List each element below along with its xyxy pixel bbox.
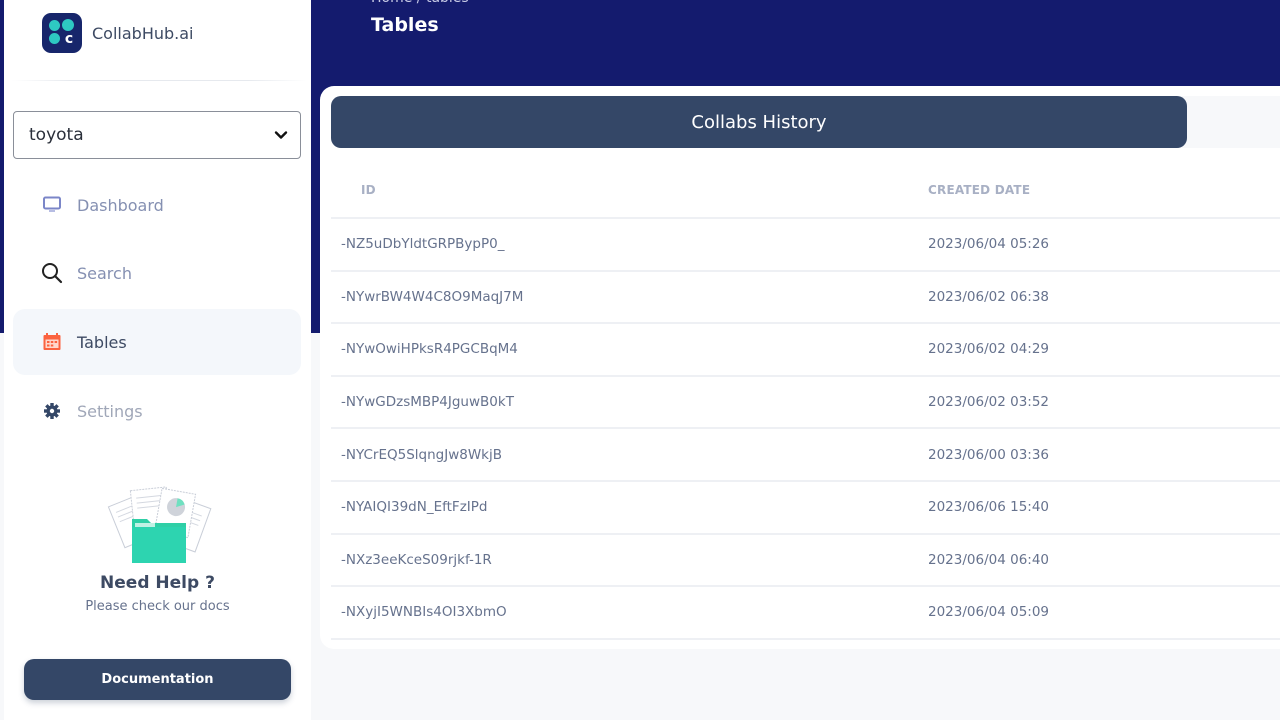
organization-select-value: toyota [29, 125, 84, 145]
monitor-icon [41, 194, 63, 216]
sidebar-item-label: Settings [77, 401, 143, 421]
gear-icon [41, 400, 63, 422]
table-row[interactable]: -NXz3eeKceS09rjkf-1R 2023/06/04 06:40 [331, 533, 1280, 588]
help-title: Need Help ? [100, 573, 215, 593]
brand-logo-icon: c [42, 13, 82, 53]
sidebar-item-tables[interactable]: Tables [13, 309, 301, 375]
row-created-date: 2023/06/00 03:36 [917, 428, 1280, 482]
brand[interactable]: c CollabHub.ai [42, 12, 193, 54]
collabs-history-card: Collabs History ID CREATED DATE -NZ5uDbY… [320, 86, 1280, 649]
row-id: -NYwGDzsMBP4JguwB0kT [331, 375, 917, 430]
sidebar-item-search[interactable]: Search [13, 240, 301, 306]
row-created-date: 2023/06/04 05:09 [917, 586, 1280, 640]
table-header-row: ID CREATED DATE [331, 162, 1280, 219]
row-id: -NYAIQI39dN_EftFzIPd [331, 480, 917, 535]
tab-bar: Collabs History [331, 96, 1280, 148]
help-panel: Need Help ? Please check our docs [4, 485, 311, 614]
row-id: -NXz3eeKceS09rjkf-1R [331, 533, 917, 588]
sidebar-item-label: Tables [77, 332, 127, 352]
chevron-down-icon [274, 131, 288, 139]
breadcrumb[interactable]: Home / tables [371, 0, 469, 6]
documentation-button[interactable]: Documentation [24, 659, 291, 700]
organization-select[interactable]: toyota [13, 111, 301, 159]
sidebar-item-dashboard[interactable]: Dashboard [13, 172, 301, 238]
calendar-icon [41, 331, 63, 353]
help-subtitle: Please check our docs [85, 599, 230, 614]
search-icon [41, 262, 63, 284]
row-created-date: 2023/06/02 06:38 [917, 270, 1280, 325]
table-row[interactable]: -NYwOwiHPksR4PGCBqM4 2023/06/02 04:29 [331, 323, 1280, 377]
sidebar-item-label: Dashboard [77, 195, 164, 215]
column-header-id[interactable]: ID [331, 162, 917, 219]
column-header-created-date[interactable]: CREATED DATE [917, 162, 1280, 219]
table-row[interactable]: -NYAIQI39dN_EftFzIPd 2023/06/06 15:40 [331, 480, 1280, 535]
tab-collabs-history[interactable]: Collabs History [331, 96, 1187, 148]
table-row[interactable]: -NXyjI5WNBIs4OI3XbmO 2023/06/04 05:09 [331, 586, 1280, 640]
row-id: -NYwOwiHPksR4PGCBqM4 [331, 323, 917, 377]
brand-name: CollabHub.ai [92, 23, 194, 43]
page-title: Tables [371, 14, 439, 36]
divider [12, 80, 307, 81]
collabs-table: ID CREATED DATE -NZ5uDbYldtGRPBypP0_ 2023… [331, 162, 1280, 640]
row-created-date: 2023/06/06 15:40 [917, 480, 1280, 535]
sidebar-item-label: Search [77, 263, 132, 283]
table-row[interactable]: -NZ5uDbYldtGRPBypP0_ 2023/06/04 05:26 [331, 218, 1280, 272]
table-row[interactable]: -NYwrBW4W4C8O9MaqJ7M 2023/06/02 06:38 [331, 270, 1280, 325]
table-row[interactable]: -NYCrEQ5SlqngJw8WkjB 2023/06/00 03:36 [331, 428, 1280, 482]
folder-documents-icon [107, 486, 211, 563]
row-id: -NXyjI5WNBIs4OI3XbmO [331, 586, 917, 640]
row-created-date: 2023/06/02 04:29 [917, 323, 1280, 377]
sidebar-item-settings[interactable]: Settings [13, 378, 301, 444]
row-created-date: 2023/06/04 06:40 [917, 533, 1280, 588]
row-id: -NZ5uDbYldtGRPBypP0_ [331, 218, 917, 272]
row-id: -NYwrBW4W4C8O9MaqJ7M [331, 270, 917, 325]
row-created-date: 2023/06/04 05:26 [917, 218, 1280, 272]
table-row[interactable]: -NYwGDzsMBP4JguwB0kT 2023/06/02 03:52 [331, 375, 1280, 430]
row-created-date: 2023/06/02 03:52 [917, 375, 1280, 430]
row-id: -NYCrEQ5SlqngJw8WkjB [331, 428, 917, 482]
